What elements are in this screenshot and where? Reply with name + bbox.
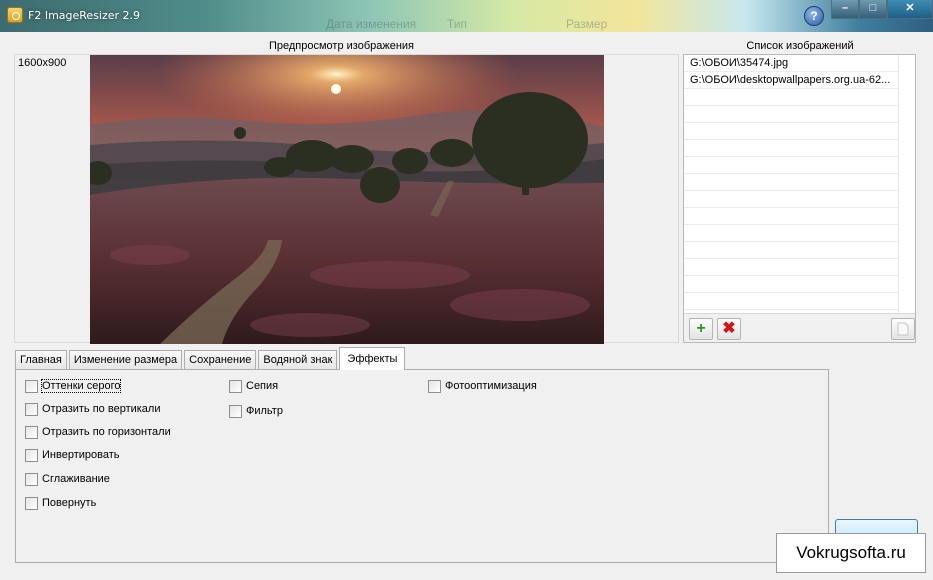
tab-resize[interactable]: Изменение размера (68, 350, 183, 370)
document-icon (897, 322, 909, 336)
tab-save[interactable]: Сохранение (184, 350, 257, 370)
smoothing-checkbox[interactable]: Сглаживание (25, 471, 110, 487)
list-item-empty[interactable] (684, 225, 898, 242)
image-list-panel: G:\ОБОИ\35474.jpg G:\ОБОИ\desktopwallpap… (683, 54, 916, 343)
checkbox-label: Повернуть (42, 497, 97, 509)
checkbox-box[interactable] (229, 404, 242, 418)
list-item-empty[interactable] (684, 140, 898, 157)
resolution-label: 1600x900 (18, 57, 67, 69)
plus-icon: + (696, 320, 706, 337)
checkbox-box[interactable] (25, 402, 38, 416)
checkbox-box[interactable] (229, 379, 242, 393)
photo-optimization-checkbox[interactable]: Фотооптимизация (428, 378, 537, 394)
preview-caption: Предпросмотр изображения (268, 40, 415, 52)
preview-image (90, 55, 604, 344)
list-item-empty[interactable] (684, 106, 898, 123)
list-item-empty[interactable] (684, 276, 898, 293)
checkbox-box[interactable] (25, 425, 38, 439)
checkbox-label: Фильтр (246, 405, 283, 417)
checkbox-box[interactable] (25, 448, 38, 462)
minimize-button[interactable]: – (831, 0, 859, 19)
maximize-button[interactable]: □ (859, 0, 887, 19)
checkbox-label: Сглаживание (42, 473, 110, 485)
list-item-empty[interactable] (684, 89, 898, 106)
main-window: Предпросмотр изображения Список изображе… (0, 32, 933, 580)
list-item[interactable]: G:\ОБОИ\35474.jpg (684, 55, 898, 72)
list-item-empty[interactable] (684, 242, 898, 259)
tab-watermark[interactable]: Водяной знак (258, 350, 338, 370)
checkbox-box[interactable] (25, 379, 38, 393)
rotate-checkbox[interactable]: Повернуть (25, 495, 96, 511)
checkbox-label: Фотооптимизация (445, 380, 537, 392)
close-button[interactable]: ✕ (887, 0, 933, 19)
settings-tabs: Главная Изменение размера Сохранение Вод… (15, 347, 407, 370)
list-item-empty[interactable] (684, 174, 898, 191)
checkbox-label: Инвертировать (42, 449, 120, 461)
flip-horizontal-checkbox[interactable]: Отразить по горизонтали (25, 424, 171, 440)
grayscale-checkbox[interactable]: Оттенки серого (25, 378, 122, 394)
checkbox-box[interactable] (428, 379, 441, 393)
checkbox-label: Сепия (246, 380, 279, 392)
list-item-empty[interactable] (684, 157, 898, 174)
invert-checkbox[interactable]: Инвертировать (25, 447, 119, 463)
flip-vertical-checkbox[interactable]: Отразить по вертикали (25, 401, 160, 417)
red-x-icon: ✖ (722, 320, 736, 337)
effects-tab-page: Оттенки серого Отразить по вертикали Отр… (15, 369, 829, 563)
sepia-checkbox[interactable]: Сепия (229, 378, 278, 394)
tab-main[interactable]: Главная (15, 350, 67, 370)
list-item-empty[interactable] (684, 259, 898, 276)
checkbox-label: Отразить по горизонтали (42, 426, 171, 438)
background-column-type: Тип (447, 17, 468, 31)
list-item-empty[interactable] (684, 293, 898, 310)
list-item-empty[interactable] (684, 191, 898, 208)
checkbox-label: Отразить по вертикали (42, 403, 161, 415)
list-column-divider (898, 55, 899, 313)
image-list-caption: Список изображений (746, 40, 854, 52)
checkbox-box[interactable] (25, 496, 38, 510)
clear-list-button[interactable] (891, 318, 915, 340)
preview-panel: 1600x900 (14, 54, 679, 344)
image-list-toolbar: + ✖ (684, 313, 915, 342)
site-watermark: Vokrugsofta.ru (776, 533, 926, 573)
list-item[interactable]: G:\ОБОИ\desktopwallpapers.org.ua-62... (684, 72, 898, 89)
checkbox-box[interactable] (25, 472, 38, 486)
background-column-date: Дата изменения (326, 17, 417, 31)
tab-effects[interactable]: Эффекты (339, 347, 406, 370)
add-image-button[interactable]: + (689, 318, 713, 340)
background-column-size: Размер (566, 17, 608, 31)
window-controls: – □ ✕ (831, 0, 933, 20)
list-item-empty[interactable] (684, 208, 898, 225)
title-bar: Дата изменения Тип Размер F2 ImageResize… (0, 0, 933, 32)
window-title: F2 ImageResizer 2.9 (28, 9, 141, 22)
app-icon (7, 7, 23, 23)
remove-image-button[interactable]: ✖ (717, 318, 741, 340)
image-list[interactable]: G:\ОБОИ\35474.jpg G:\ОБОИ\desktopwallpap… (684, 55, 915, 313)
filter-checkbox[interactable]: Фильтр (229, 403, 283, 419)
help-button[interactable]: ? (804, 6, 824, 26)
list-item-empty[interactable] (684, 123, 898, 140)
checkbox-label: Оттенки серого (40, 379, 122, 393)
